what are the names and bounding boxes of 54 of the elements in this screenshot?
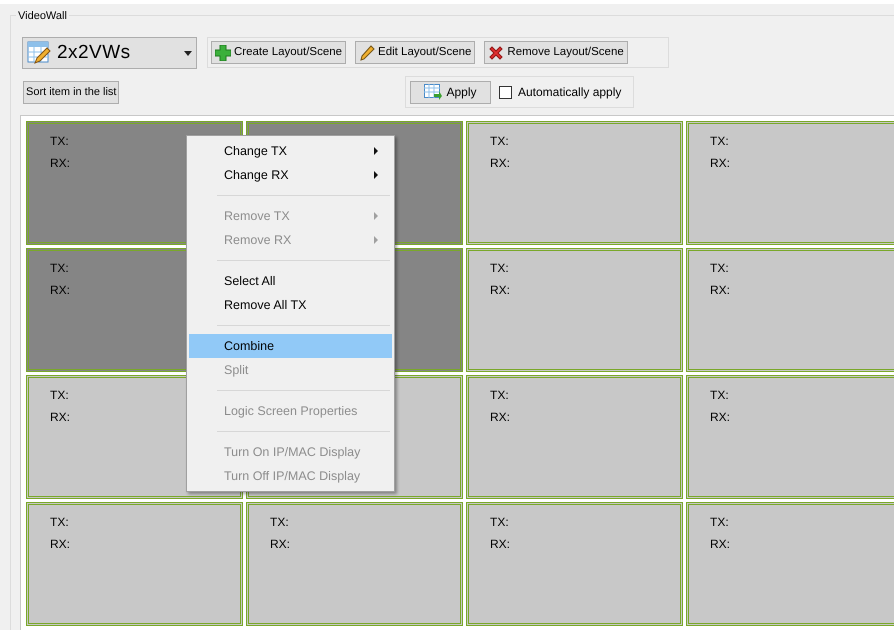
rx-label: RX:: [710, 410, 730, 424]
rx-label: RX:: [490, 537, 510, 551]
tx-label: TX:: [50, 134, 69, 148]
tx-label: TX:: [50, 261, 69, 275]
screen-cell[interactable]: TX: RX:: [466, 502, 683, 626]
screen-cell[interactable]: TX: RX:: [686, 248, 894, 372]
tx-label: TX:: [50, 388, 69, 402]
create-layout-button[interactable]: Create Layout/Scene: [211, 41, 346, 64]
rx-label: RX:: [490, 410, 510, 424]
screen-cell[interactable]: TX: RX:: [466, 248, 683, 372]
submenu-arrow-icon: [374, 236, 378, 244]
rx-label: RX:: [490, 156, 510, 170]
screen-cell[interactable]: TX: RX:: [686, 121, 894, 245]
rx-label: RX:: [270, 537, 290, 551]
tx-label: TX:: [490, 515, 509, 529]
rx-label: RX:: [710, 537, 730, 551]
dropdown-arrow-icon: [184, 50, 192, 56]
edit-layout-button[interactable]: Edit Layout/Scene: [355, 41, 476, 64]
layout-dropdown[interactable]: 2x2VWs: [22, 37, 197, 69]
menu-item[interactable]: Combine: [189, 334, 392, 358]
rx-label: RX:: [50, 283, 70, 297]
rx-label: RX:: [50, 410, 70, 424]
pencil-icon: [359, 44, 376, 60]
screen-cell[interactable]: TX: RX:: [246, 502, 463, 626]
table-arrow-icon: [424, 84, 442, 100]
tx-label: TX:: [490, 134, 509, 148]
remove-layout-button[interactable]: Remove Layout/Scene: [484, 41, 628, 64]
screen-cell[interactable]: TX: RX:: [466, 375, 683, 499]
submenu-arrow-icon: [374, 147, 378, 155]
tx-label: TX:: [270, 515, 289, 529]
rx-label: RX:: [710, 283, 730, 297]
screen-cell[interactable]: TX: RX:: [466, 121, 683, 245]
screen-cell[interactable]: TX: RX:: [686, 375, 894, 499]
rx-label: RX:: [50, 156, 70, 170]
apply-button[interactable]: Apply: [410, 80, 491, 104]
rx-label: RX:: [710, 156, 730, 170]
rx-label: RX:: [490, 283, 510, 297]
tx-label: TX:: [710, 515, 729, 529]
plus-icon: [215, 44, 231, 60]
tx-label: TX:: [490, 388, 509, 402]
cross-icon: [488, 44, 504, 60]
rx-label: RX:: [50, 537, 70, 551]
screen-cell[interactable]: TX: RX:: [26, 502, 243, 626]
tx-label: TX:: [490, 261, 509, 275]
tx-label: TX:: [710, 261, 729, 275]
submenu-arrow-icon: [374, 171, 378, 179]
auto-apply-checkbox[interactable]: Automatically apply: [499, 83, 622, 101]
sort-button[interactable]: Sort item in the list: [23, 81, 120, 104]
tx-label: TX:: [710, 388, 729, 402]
tx-label: TX:: [50, 515, 69, 529]
screen-cell[interactable]: TX: RX:: [686, 502, 894, 626]
tx-label: TX:: [710, 134, 729, 148]
submenu-arrow-icon: [374, 212, 378, 220]
table-pencil-icon: [27, 41, 51, 65]
